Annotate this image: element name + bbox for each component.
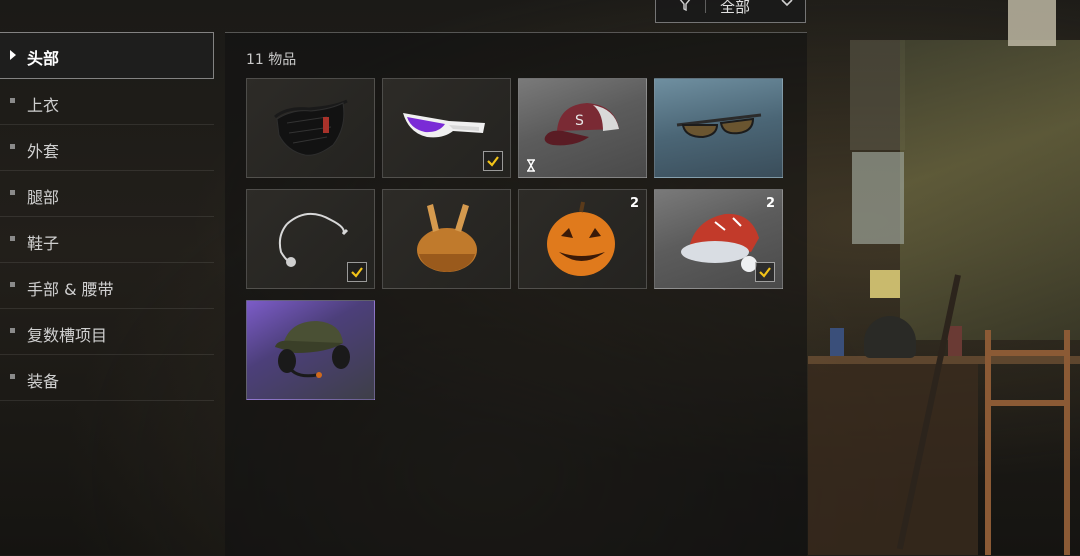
- hourglass-icon: [527, 159, 535, 172]
- background-note: [870, 270, 900, 298]
- sidebar-item-label: 复数槽项目: [27, 326, 108, 345]
- bullet-icon: [10, 282, 15, 287]
- sidebar-item-shoes[interactable]: 鞋子: [0, 217, 214, 263]
- background-paper: [852, 152, 904, 244]
- turkey-hat-icon: [417, 204, 477, 272]
- inventory-item-face-mask[interactable]: [246, 78, 375, 178]
- checkmark-icon: [487, 156, 499, 167]
- checkmark-icon: [759, 267, 771, 278]
- bullet-icon: [10, 98, 15, 103]
- background-can: [830, 328, 844, 356]
- bullet-icon: [10, 144, 15, 149]
- equipped-checkbox[interactable]: [755, 262, 775, 282]
- sidebar-item-hands-belt[interactable]: 手部 & 腰带: [0, 263, 214, 309]
- bullet-icon: [10, 236, 15, 241]
- sidebar-item-gear[interactable]: 装备: [0, 355, 214, 401]
- filter-dropdown[interactable]: 全部: [655, 0, 806, 23]
- filter-icon: [679, 0, 691, 11]
- sidebar-item-label: 头部: [27, 49, 60, 68]
- sidebar-item-head[interactable]: 头部: [0, 32, 214, 79]
- background-paper: [1008, 0, 1056, 46]
- chevron-down-icon: [781, 0, 793, 7]
- pumpkin-head-icon: [547, 201, 615, 276]
- svg-text:S: S: [575, 113, 584, 129]
- sidebar-item-outerwear[interactable]: 外套: [0, 125, 214, 171]
- sidebar-item-multi-slot[interactable]: 复数槽项目: [0, 309, 214, 355]
- inventory-item-cap-headset[interactable]: [246, 300, 375, 400]
- inventory-item-pumpkin-head[interactable]: 2: [518, 189, 647, 289]
- inventory-item-aviator-sunglasses[interactable]: [654, 78, 783, 178]
- sidebar-item-legs[interactable]: 腿部: [0, 171, 214, 217]
- filter-divider: [705, 0, 706, 13]
- background-table: [808, 364, 978, 555]
- face-mask-icon: [274, 99, 348, 156]
- item-quantity: 2: [765, 196, 775, 211]
- background-map: [900, 40, 1080, 340]
- bullet-icon: [10, 190, 15, 195]
- inventory-item-turkey-hat[interactable]: [382, 189, 511, 289]
- category-sidebar: 头部 上衣 外套 腿部 鞋子 手部 & 腰带 复数槽项目 装备: [0, 32, 214, 401]
- sidebar-item-label: 手部 & 腰带: [27, 280, 114, 299]
- selected-arrow-icon: [10, 50, 16, 60]
- background-board: [850, 40, 905, 150]
- sidebar-item-label: 外套: [27, 142, 60, 161]
- inventory-item-headset-mic[interactable]: [246, 189, 375, 289]
- cap-headset-icon: [275, 321, 350, 378]
- item-count: 11 物品: [246, 52, 297, 68]
- equipped-checkbox[interactable]: [483, 151, 503, 171]
- bullet-icon: [10, 374, 15, 379]
- aviator-sunglasses-icon: [676, 113, 762, 139]
- sidebar-item-label: 装备: [27, 372, 60, 391]
- checkmark-icon: [351, 267, 363, 278]
- inventory-item-sunglasses[interactable]: [382, 78, 511, 178]
- inventory-item-santa-hat[interactable]: 2: [654, 189, 783, 289]
- sidebar-item-label: 鞋子: [27, 234, 60, 253]
- bullet-icon: [10, 328, 15, 333]
- sidebar-item-label: 腿部: [27, 188, 60, 207]
- inventory-panel: 11 物品 S 2 2: [225, 32, 807, 556]
- baseball-cap-icon: S: [544, 103, 619, 146]
- sidebar-item-tops[interactable]: 上衣: [0, 79, 214, 125]
- background-chair: [985, 330, 1070, 555]
- sidebar-item-label: 上衣: [27, 96, 60, 115]
- item-quantity: 2: [629, 196, 639, 211]
- filter-value: 全部: [720, 0, 751, 16]
- inventory-item-baseball-cap[interactable]: S: [518, 78, 647, 178]
- background-can: [948, 326, 962, 356]
- equipped-checkbox[interactable]: [347, 262, 367, 282]
